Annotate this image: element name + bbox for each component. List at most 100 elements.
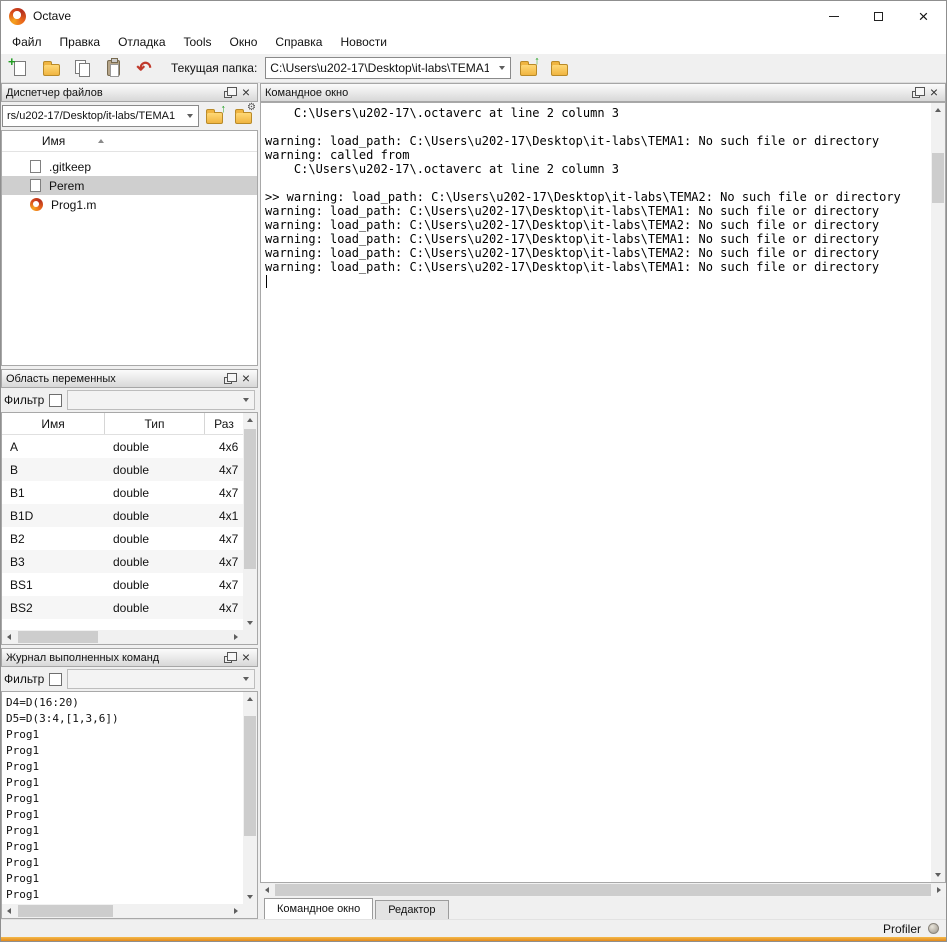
paste-button[interactable] — [99, 56, 127, 81]
scroll-track[interactable] — [931, 117, 945, 868]
variable-row[interactable]: BS2 double 4x7 — [2, 596, 243, 619]
file-browser-actions-button[interactable] — [230, 104, 257, 128]
file-row[interactable]: Perem — [2, 176, 257, 195]
history-item[interactable]: Prog1 — [2, 807, 243, 823]
history-filter-combobox[interactable] — [67, 669, 255, 689]
history-item[interactable]: Prog1 — [2, 743, 243, 759]
workspace-header[interactable]: Область переменных — [1, 369, 258, 388]
close-icon[interactable] — [242, 371, 250, 386]
current-folder-combobox[interactable] — [265, 57, 511, 79]
file-browser-path-input[interactable] — [3, 106, 181, 126]
scroll-left-button[interactable] — [260, 883, 274, 897]
scroll-thumb[interactable] — [18, 631, 98, 643]
variable-row[interactable]: BS1 double 4x7 — [2, 573, 243, 596]
variable-row[interactable]: B1 double 4x7 — [2, 481, 243, 504]
history-item[interactable]: Prog1 — [2, 855, 243, 871]
scroll-thumb[interactable] — [275, 884, 931, 896]
scroll-down-button[interactable] — [243, 890, 257, 904]
file-row[interactable]: .gitkeep — [2, 157, 257, 176]
menu-item[interactable]: Окно — [221, 31, 267, 54]
history-item[interactable]: Prog1 — [2, 839, 243, 855]
history-item[interactable]: D5=D(3:4,[1,3,6]) — [2, 711, 243, 727]
new-script-button[interactable] — [6, 56, 34, 81]
open-file-button[interactable] — [37, 56, 65, 81]
copy-button[interactable] — [68, 56, 96, 81]
scroll-thumb[interactable] — [18, 905, 113, 917]
workspace-table-header[interactable]: Имя Тип Раз — [2, 413, 243, 435]
file-browser-up-button[interactable] — [201, 104, 228, 128]
history-vertical-scrollbar[interactable] — [243, 692, 257, 904]
scroll-right-button[interactable] — [932, 883, 946, 897]
workspace-vertical-scrollbar[interactable] — [243, 413, 257, 630]
history-filter-input[interactable] — [68, 670, 237, 688]
dropdown-arrow-icon[interactable] — [237, 391, 254, 409]
undock-icon[interactable] — [224, 91, 232, 98]
browse-folder-button[interactable] — [545, 56, 573, 81]
undo-button[interactable] — [130, 56, 158, 81]
scroll-right-button[interactable] — [229, 630, 243, 644]
current-folder-input[interactable] — [266, 58, 493, 78]
titlebar[interactable]: Octave — [1, 1, 946, 31]
history-item[interactable]: D4=D(16:20) — [2, 695, 243, 711]
file-row[interactable]: Prog1.m — [2, 195, 257, 214]
scroll-track[interactable] — [16, 904, 229, 918]
file-browser-path-combobox[interactable] — [2, 105, 199, 127]
file-list-column-header[interactable]: Имя — [2, 131, 257, 152]
menu-item[interactable]: Файл — [3, 31, 51, 54]
history-item[interactable]: Prog1 — [2, 775, 243, 791]
history-item[interactable]: Prog1 — [2, 823, 243, 839]
menu-item[interactable]: Tools — [175, 31, 221, 54]
folder-up-button[interactable] — [514, 56, 542, 81]
terminal-horizontal-scrollbar[interactable] — [260, 883, 946, 897]
variable-row[interactable]: B2 double 4x7 — [2, 527, 243, 550]
scroll-left-button[interactable] — [2, 630, 16, 644]
workspace-horizontal-scrollbar[interactable] — [2, 630, 243, 644]
dropdown-arrow-icon[interactable] — [493, 58, 510, 78]
close-icon[interactable] — [242, 650, 250, 665]
scroll-thumb[interactable] — [932, 153, 944, 203]
undock-icon[interactable] — [224, 656, 232, 663]
history-item[interactable]: Prog1 — [2, 871, 243, 887]
column-type[interactable]: Тип — [105, 413, 205, 434]
file-browser-header[interactable]: Диспетчер файлов — [1, 83, 258, 102]
profiler-status-icon[interactable] — [928, 923, 939, 934]
scroll-track[interactable] — [243, 706, 257, 890]
workspace-filter-input[interactable] — [68, 391, 237, 409]
bottom-tab[interactable]: Командное окно — [264, 898, 373, 919]
scroll-up-button[interactable] — [243, 413, 257, 427]
menu-item[interactable]: Справка — [266, 31, 331, 54]
column-size[interactable]: Раз — [205, 413, 243, 434]
variable-row[interactable]: A double 4x6 — [2, 435, 243, 458]
undock-icon[interactable] — [224, 377, 232, 384]
scroll-up-button[interactable] — [243, 692, 257, 706]
scroll-thumb[interactable] — [244, 429, 256, 569]
scroll-track[interactable] — [274, 883, 932, 897]
history-item[interactable]: Prog1 — [2, 759, 243, 775]
command-window-header[interactable]: Командное окно — [260, 83, 946, 102]
dropdown-arrow-icon[interactable] — [181, 106, 198, 126]
workspace-filter-combobox[interactable] — [67, 390, 255, 410]
command-history-header[interactable]: Журнал выполненных команд — [1, 648, 258, 667]
scroll-right-button[interactable] — [229, 904, 243, 918]
bottom-tab[interactable]: Редактор — [375, 900, 448, 919]
maximize-button[interactable] — [856, 1, 901, 31]
history-item[interactable]: Prog1 — [2, 887, 243, 903]
scroll-thumb[interactable] — [244, 716, 256, 836]
menu-item[interactable]: Отладка — [109, 31, 174, 54]
filter-checkbox[interactable] — [49, 394, 62, 407]
scroll-down-button[interactable] — [931, 868, 945, 882]
dropdown-arrow-icon[interactable] — [237, 670, 254, 688]
terminal-vertical-scrollbar[interactable] — [931, 103, 945, 882]
scroll-track[interactable] — [16, 630, 229, 644]
terminal[interactable]: C:\Users\u202-17\.octaverc at line 2 col… — [260, 102, 946, 883]
variable-row[interactable]: B1D double 4x1 — [2, 504, 243, 527]
variable-row[interactable]: B3 double 4x7 — [2, 550, 243, 573]
scroll-up-button[interactable] — [931, 103, 945, 117]
history-item[interactable]: Prog1 — [2, 727, 243, 743]
close-icon[interactable] — [930, 85, 938, 100]
filter-checkbox[interactable] — [49, 673, 62, 686]
undock-icon[interactable] — [912, 91, 920, 98]
scroll-left-button[interactable] — [2, 904, 16, 918]
variable-row[interactable]: B double 4x7 — [2, 458, 243, 481]
close-icon[interactable] — [242, 85, 250, 100]
